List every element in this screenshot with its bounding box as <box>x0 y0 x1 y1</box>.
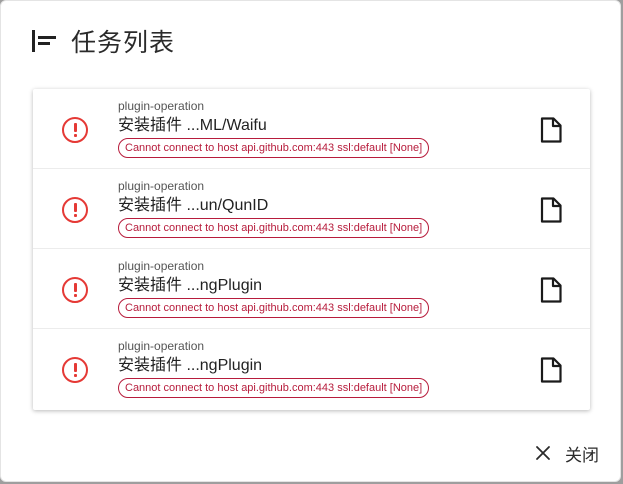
close-button[interactable]: 关闭 <box>535 440 599 466</box>
document-icon[interactable] <box>540 277 562 303</box>
task-kind: plugin-operation <box>118 99 205 113</box>
task-name: 安装插件 ...ML/Waifu <box>118 117 267 134</box>
task-row[interactable]: plugin-operation 安装插件 ...ML/Waifu Cannot… <box>33 89 590 169</box>
error-message-chip: Cannot connect to host api.github.com:44… <box>118 298 430 318</box>
close-button-label: 关闭 <box>565 445 599 465</box>
task-row[interactable]: plugin-operation 安装插件 ...ngPlugin Cannot… <box>33 329 590 409</box>
task-kind: plugin-operation <box>118 259 205 273</box>
document-icon[interactable] <box>540 117 562 143</box>
error-icon <box>62 197 88 223</box>
error-icon <box>62 277 88 303</box>
task-row[interactable]: plugin-operation 安装插件 ...un/QunID Cannot… <box>33 169 590 249</box>
error-message-chip: Cannot connect to host api.github.com:44… <box>118 218 430 238</box>
task-name: 安装插件 ...ngPlugin <box>118 357 263 374</box>
task-kind: plugin-operation <box>118 179 205 193</box>
close-icon <box>536 446 550 460</box>
error-icon <box>62 357 88 383</box>
task-name: 安装插件 ...ngPlugin <box>118 277 263 294</box>
list-icon <box>32 30 58 52</box>
dialog-header: 任务列表 <box>32 25 175 57</box>
error-icon <box>62 117 88 143</box>
task-kind: plugin-operation <box>118 339 205 353</box>
task-list: plugin-operation 安装插件 ...ML/Waifu Cannot… <box>33 89 590 410</box>
task-name: 安装插件 ...un/QunID <box>118 197 269 214</box>
dialog-title: 任务列表 <box>71 29 176 57</box>
task-row[interactable]: plugin-operation 安装插件 ...ngPlugin Cannot… <box>33 249 590 329</box>
document-icon[interactable] <box>540 197 562 223</box>
task-list-dialog: 任务列表 plugin-operation 安装插件 ...ML/Waifu C… <box>0 0 621 482</box>
error-message-chip: Cannot connect to host api.github.com:44… <box>118 138 430 158</box>
error-message-chip: Cannot connect to host api.github.com:44… <box>118 378 430 398</box>
document-icon[interactable] <box>540 357 562 383</box>
